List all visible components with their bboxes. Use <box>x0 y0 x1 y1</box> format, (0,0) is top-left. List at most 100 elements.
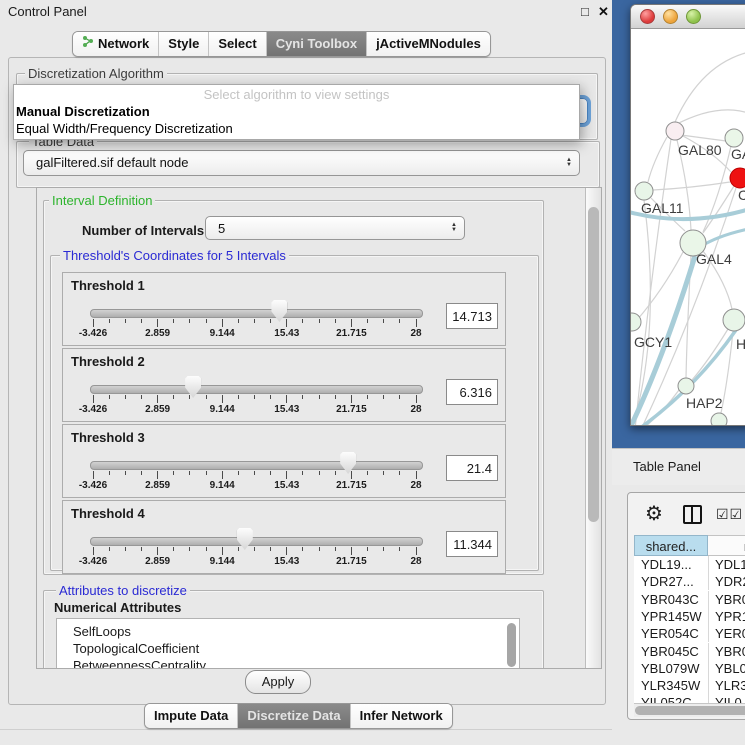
close-traffic-light-icon[interactable] <box>640 9 655 24</box>
slider-tick-label: 21.715 <box>328 404 374 415</box>
network-node-bottom-clipped[interactable] <box>711 413 727 425</box>
settings-scrollbar[interactable] <box>585 188 601 668</box>
settings-scrollpane: Interval Definition Number of Intervals … <box>36 187 602 669</box>
slider-tick <box>189 471 190 475</box>
slider-tick <box>173 547 174 551</box>
cell-shared-name: YBR043C <box>634 591 708 608</box>
slider-thumb[interactable] <box>340 452 356 474</box>
network-edge[interactable] <box>705 228 745 244</box>
number-of-intervals-value: 5 <box>218 217 225 241</box>
tab-impute-data[interactable]: Impute Data <box>145 704 237 728</box>
columns-icon[interactable] <box>683 505 702 524</box>
slider-tick <box>399 547 400 551</box>
zoom-traffic-light-icon[interactable] <box>686 9 701 24</box>
slider-track[interactable] <box>90 537 423 546</box>
slider-tick <box>367 547 368 551</box>
network-edge[interactable] <box>675 110 745 125</box>
network-node-hap2[interactable] <box>678 378 694 394</box>
column-header-shared[interactable]: shared... <box>634 535 708 556</box>
slider-track[interactable] <box>90 461 423 470</box>
network-edge[interactable] <box>648 137 667 182</box>
gear-icon[interactable]: ⚙ <box>645 501 663 526</box>
tab-select[interactable]: Select <box>208 32 265 56</box>
threshold-label: Threshold 2 <box>71 354 145 369</box>
dropdown-option[interactable]: Manual Discretization <box>14 103 579 120</box>
threshold-label: Threshold 3 <box>71 430 145 445</box>
threshold-value-field[interactable]: 14.713 <box>446 303 498 329</box>
attribute-list-item[interactable]: TopologicalCoefficient <box>57 640 519 657</box>
slider-tick <box>222 547 223 555</box>
settings-scrollbar-thumb[interactable] <box>588 207 599 522</box>
threshold-value-field[interactable]: 6.316 <box>446 379 498 405</box>
slider-tick <box>302 547 303 551</box>
table-row[interactable]: YDR27...YDR2 <box>634 573 745 590</box>
slider-track[interactable] <box>90 309 423 318</box>
network-node-gal11[interactable] <box>635 182 653 200</box>
table-row[interactable]: YIL052CYIL0 <box>634 694 745 703</box>
cell-name: YIL0 <box>708 694 742 703</box>
close-icon[interactable]: ✕ <box>598 4 609 20</box>
table-row[interactable]: YLR345WYLR3 <box>634 677 745 694</box>
slider-tick <box>157 547 158 555</box>
network-node-h-clipped[interactable] <box>723 309 745 331</box>
table-row[interactable]: YER054CYER0 <box>634 625 745 642</box>
attributes-group: Attributes to discretize Numerical Attri… <box>43 590 544 669</box>
tab-label: Discretize Data <box>247 704 340 728</box>
network-node-label: HAP2 <box>686 395 723 411</box>
table-row[interactable]: YBL079WYBL0 <box>634 660 745 677</box>
dropdown-option[interactable]: Equal Width/Frequency Discretization <box>14 120 579 137</box>
tab-infer-network[interactable]: Infer Network <box>350 704 452 728</box>
tab-jactivemnodules[interactable]: jActiveMNodules <box>366 32 490 56</box>
checkbox-icons[interactable]: ☑☑ ☑ <box>716 506 745 523</box>
threshold-value-field[interactable]: 21.4 <box>446 455 498 481</box>
attribute-list-item[interactable]: SelfLoops <box>57 623 519 640</box>
network-node-gal-clipped[interactable] <box>725 129 743 147</box>
table-row[interactable]: YDL19...YDL1 <box>634 556 745 573</box>
slider-track[interactable] <box>90 385 423 394</box>
table-row[interactable]: YPR145WYPR1 <box>634 608 745 625</box>
slider-tick <box>416 471 417 479</box>
slider-thumb[interactable] <box>237 528 253 550</box>
tab-style[interactable]: Style <box>158 32 208 56</box>
numerical-attributes-list[interactable]: SelfLoopsTopologicalCoefficientBetweenne… <box>56 618 520 669</box>
network-canvas[interactable]: GAL80GACGAL11GAL4GCY1HHAP2 <box>631 30 745 425</box>
slider-thumb[interactable] <box>271 300 287 322</box>
table-hscrollbar-thumb[interactable] <box>635 706 745 715</box>
float-window-icon[interactable]: □ <box>581 4 589 19</box>
tab-cyni-toolbox[interactable]: Cyni Toolbox <box>266 32 366 56</box>
list-scrollbar-thumb[interactable] <box>507 623 516 667</box>
slider-tick <box>319 395 320 399</box>
slider-tick <box>189 547 190 551</box>
slider-tick <box>109 319 110 323</box>
slider-tick <box>109 395 110 399</box>
tab-discretize-data[interactable]: Discretize Data <box>237 704 349 728</box>
attribute-list-item[interactable]: BetweennessCentrality <box>57 657 519 669</box>
table-data-select[interactable]: galFiltered.sif default node ▲▼ <box>23 150 580 176</box>
slider-tick <box>270 471 271 475</box>
slider-tick <box>383 395 384 399</box>
network-graph[interactable]: GAL80GACGAL11GAL4GCY1HHAP2 <box>631 30 745 425</box>
slider-tick <box>141 395 142 399</box>
network-node-gcy1[interactable] <box>631 313 641 331</box>
slider-tick <box>125 319 126 323</box>
network-node-gal80[interactable] <box>666 122 684 140</box>
network-edge[interactable] <box>692 329 728 380</box>
table-row[interactable]: YBR043CYBR0 <box>634 591 745 608</box>
table-row[interactable]: YBR045CYBR0 <box>634 643 745 660</box>
network-node-red-node[interactable] <box>730 168 745 188</box>
network-node-label: GA <box>731 146 745 162</box>
column-header-name[interactable]: n <box>708 535 745 556</box>
threshold-value-field[interactable]: 11.344 <box>446 531 498 557</box>
slider-thumb[interactable] <box>185 376 201 398</box>
table-rows: YDL19...YDL1YDR27...YDR2YBR043CYBR0YPR14… <box>634 556 745 703</box>
table-hscrollbar[interactable] <box>634 703 745 717</box>
slider-tick <box>238 547 239 551</box>
minimize-traffic-light-icon[interactable] <box>663 9 678 24</box>
apply-button[interactable]: Apply <box>245 670 311 694</box>
threshold-panel: Threshold 3-3.4262.8599.14415.4321.71528… <box>62 424 506 498</box>
number-of-intervals-select[interactable]: 5 ▲▼ <box>205 216 465 240</box>
slider-tick <box>189 395 190 399</box>
slider-tick <box>254 547 255 551</box>
tab-network[interactable]: Network <box>73 32 158 56</box>
network-window-titlebar[interactable] <box>631 5 745 29</box>
